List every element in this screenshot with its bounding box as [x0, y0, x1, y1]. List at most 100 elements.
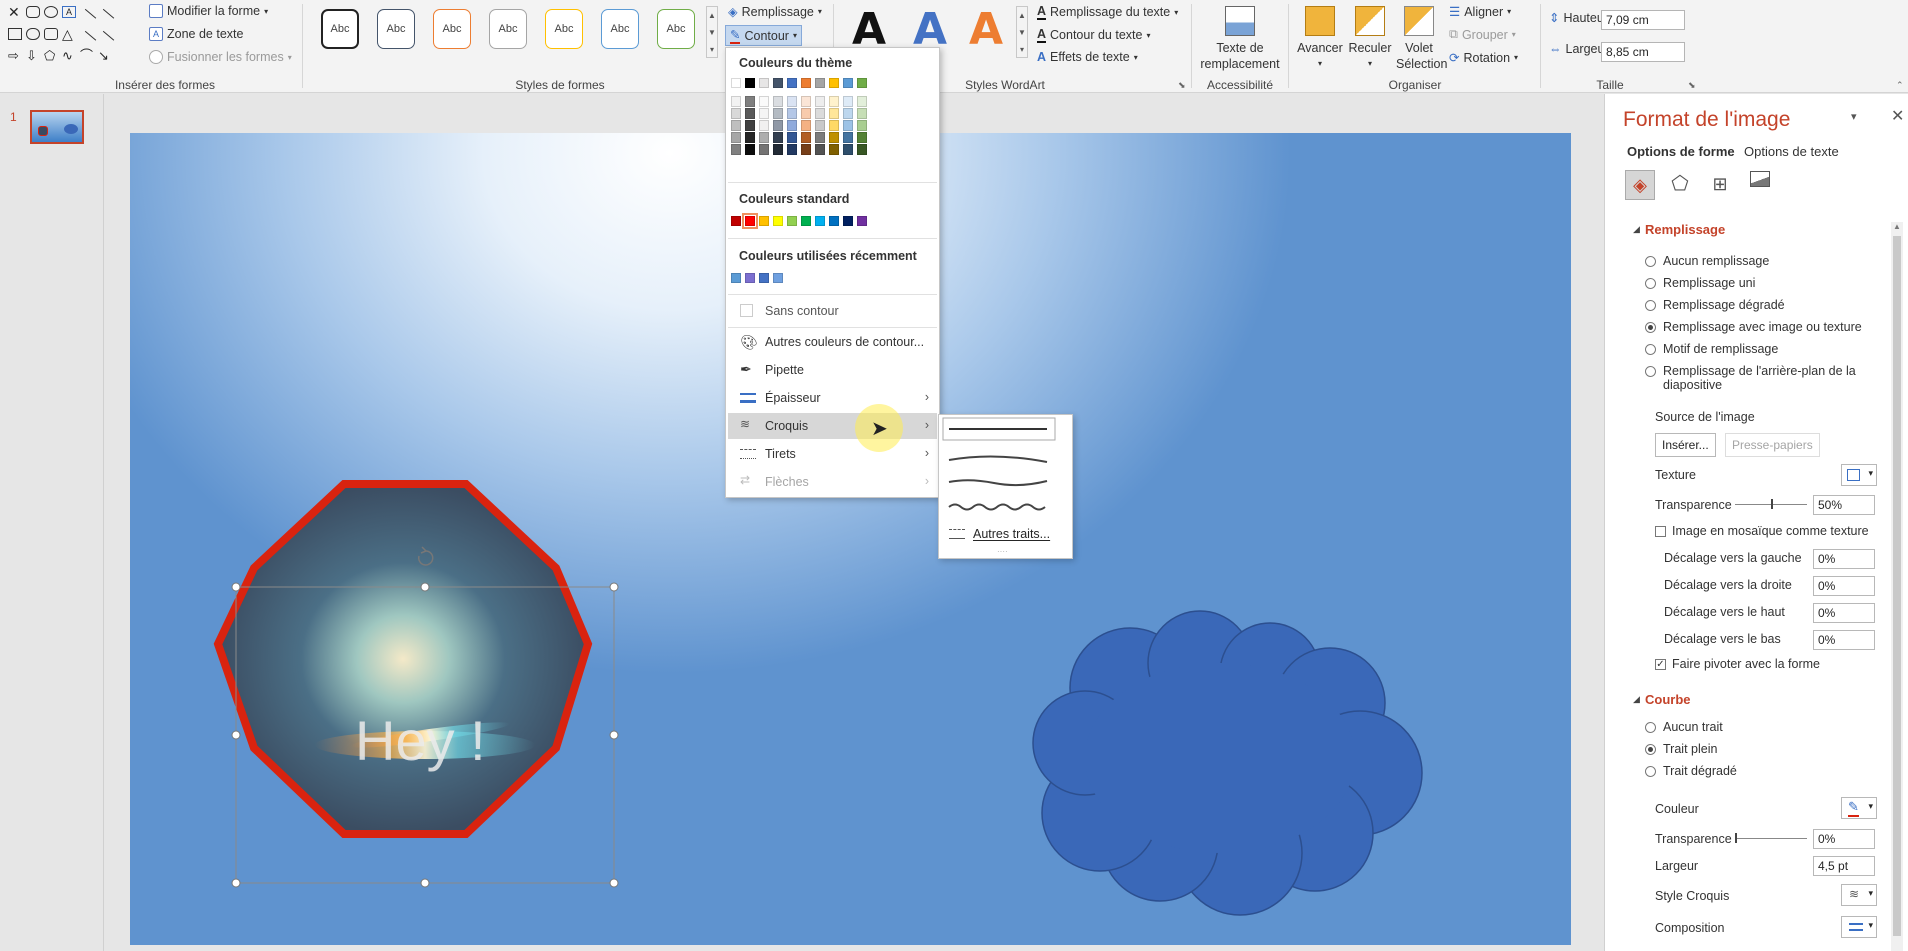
fill-option-radio[interactable]: Remplissage de l'arrière-plan de la diap…: [1645, 364, 1875, 392]
theme-tint-swatch[interactable]: [787, 108, 797, 119]
fill-option-radio[interactable]: Remplissage avec image ou texture: [1645, 320, 1875, 334]
standard-color-swatch[interactable]: [773, 216, 783, 226]
shape-fill-button[interactable]: ◈ Remplissage ▾: [728, 4, 822, 20]
theme-tint-swatch[interactable]: [801, 108, 811, 119]
texture-dropdown[interactable]: ▾: [1841, 464, 1877, 486]
theme-tint-swatch[interactable]: [843, 144, 853, 155]
more-outline-colors-item[interactable]: 🎨︎ Autres couleurs de contour...: [728, 329, 937, 355]
recent-color-swatch[interactable]: [773, 273, 783, 283]
alt-text-button[interactable]: Texte de remplacement: [1198, 6, 1282, 72]
theme-tint-swatch[interactable]: [815, 132, 825, 143]
theme-tint-swatch[interactable]: [787, 120, 797, 131]
theme-tint-swatch[interactable]: [745, 96, 755, 107]
offset-bottom-input[interactable]: 0%: [1813, 630, 1875, 650]
theme-tint-swatch[interactable]: [787, 96, 797, 107]
shape-style-7[interactable]: Abc: [657, 9, 695, 49]
eyedropper-item[interactable]: ✒ Pipette: [728, 357, 937, 383]
shape-style-1[interactable]: Abc: [321, 9, 359, 49]
fill-option-radio[interactable]: Remplissage uni: [1645, 276, 1875, 290]
theme-tint-swatch[interactable]: [801, 132, 811, 143]
selection-pane-button[interactable]: Volet Sélection: [1396, 6, 1447, 72]
theme-tint-swatch[interactable]: [745, 108, 755, 119]
insert-picture-button[interactable]: Insérer...: [1655, 433, 1716, 457]
theme-tint-swatch[interactable]: [801, 120, 811, 131]
shape-outline-button[interactable]: ✎ Contour ▾: [725, 25, 802, 46]
line-option-radio[interactable]: Aucun trait: [1645, 720, 1723, 734]
theme-color-swatch[interactable]: [801, 78, 811, 88]
wordart-dialog-launcher[interactable]: ⬊: [1178, 80, 1186, 91]
submenu-resize-grip[interactable]: ····: [997, 547, 1008, 556]
theme-color-swatch[interactable]: [745, 78, 755, 88]
text-fill-button[interactable]: A Remplissage du texte ▾: [1037, 4, 1178, 20]
theme-tint-swatch[interactable]: [857, 144, 867, 155]
line-color-dropdown[interactable]: ✎ ▾: [1841, 797, 1877, 819]
theme-tint-swatch[interactable]: [731, 132, 741, 143]
theme-tint-swatch[interactable]: [815, 120, 825, 131]
fill-option-radio[interactable]: Aucun remplissage: [1645, 254, 1875, 268]
line-section-heading[interactable]: Courbe: [1645, 692, 1691, 707]
line-collapse-icon[interactable]: ◢: [1633, 694, 1640, 705]
wordart-styles-scroll[interactable]: ▲ ▼ ▾: [1016, 6, 1028, 58]
theme-color-swatch[interactable]: [829, 78, 839, 88]
theme-color-swatch[interactable]: [857, 78, 867, 88]
theme-tint-swatch[interactable]: [731, 108, 741, 119]
theme-tint-swatch[interactable]: [829, 96, 839, 107]
compound-type-dropdown[interactable]: ▾: [1841, 916, 1877, 938]
theme-tint-swatch[interactable]: [759, 108, 769, 119]
theme-tint-swatch[interactable]: [815, 108, 825, 119]
wordart-style-orange[interactable]: A: [969, 4, 1003, 55]
pane-scroll-up-icon[interactable]: ▲: [1891, 222, 1903, 231]
send-backward-button[interactable]: Reculer ▾: [1345, 6, 1395, 72]
theme-tint-swatch[interactable]: [731, 96, 741, 107]
standard-color-swatch[interactable]: [857, 216, 867, 226]
standard-color-swatch[interactable]: [742, 213, 758, 229]
height-input[interactable]: 7,09 cm: [1601, 10, 1685, 30]
modify-shape-button[interactable]: Modifier la forme ▾: [149, 4, 268, 18]
offset-right-input[interactable]: 0%: [1813, 576, 1875, 596]
text-effects-button[interactable]: A Effets de texte ▾: [1037, 50, 1138, 64]
offset-top-input[interactable]: 0%: [1813, 603, 1875, 623]
theme-tint-swatch[interactable]: [829, 120, 839, 131]
fill-option-radio[interactable]: Remplissage dégradé: [1645, 298, 1875, 312]
shape-text[interactable]: Hey !: [355, 708, 486, 773]
theme-tint-swatch[interactable]: [815, 96, 825, 107]
theme-tint-swatch[interactable]: [787, 144, 797, 155]
theme-tint-swatch[interactable]: [843, 120, 853, 131]
theme-color-swatch[interactable]: [787, 78, 797, 88]
no-outline-item[interactable]: Sans contour: [728, 298, 937, 324]
theme-tint-swatch[interactable]: [773, 132, 783, 143]
theme-tint-swatch[interactable]: [829, 132, 839, 143]
standard-color-swatch[interactable]: [843, 216, 853, 226]
fill-line-icon[interactable]: ◈: [1625, 170, 1655, 200]
close-icon[interactable]: ✕: [1891, 106, 1904, 126]
shape-style-4[interactable]: Abc: [489, 9, 527, 49]
theme-color-swatch[interactable]: [773, 78, 783, 88]
theme-tint-swatch[interactable]: [745, 144, 755, 155]
text-box-button[interactable]: A Zone de texte: [149, 27, 243, 41]
recent-color-swatch[interactable]: [731, 273, 741, 283]
standard-color-swatch[interactable]: [801, 216, 811, 226]
theme-tint-swatch[interactable]: [745, 132, 755, 143]
tile-texture-checkbox[interactable]: Image en mosaïque comme texture: [1655, 524, 1869, 538]
transparency-slider-thumb[interactable]: [1771, 499, 1773, 509]
line-transparency-input[interactable]: 0%: [1813, 829, 1875, 849]
theme-color-swatch[interactable]: [815, 78, 825, 88]
theme-tint-swatch[interactable]: [773, 144, 783, 155]
sketch-item[interactable]: ≋ Croquis ›: [728, 413, 937, 439]
bring-forward-button[interactable]: Avancer ▾: [1294, 6, 1346, 72]
width-input[interactable]: 8,85 cm: [1601, 42, 1685, 62]
theme-tint-swatch[interactable]: [829, 108, 839, 119]
theme-tint-swatch[interactable]: [759, 132, 769, 143]
theme-tint-swatch[interactable]: [731, 120, 741, 131]
line-width-input[interactable]: 4,5 pt: [1813, 856, 1875, 876]
shape-style-5[interactable]: Abc: [545, 9, 583, 49]
shape-style-6[interactable]: Abc: [601, 9, 639, 49]
theme-color-swatch[interactable]: [759, 78, 769, 88]
transparency-slider[interactable]: [1735, 499, 1807, 509]
theme-tint-swatch[interactable]: [731, 144, 741, 155]
rotate-button[interactable]: ⟳ Rotation ▾: [1449, 50, 1518, 66]
shape-styles-scroll[interactable]: ▲ ▼ ▾: [706, 6, 718, 58]
standard-color-swatch[interactable]: [787, 216, 797, 226]
weight-item[interactable]: Épaisseur ›: [728, 385, 937, 411]
line-option-radio[interactable]: Trait plein: [1645, 742, 1717, 756]
